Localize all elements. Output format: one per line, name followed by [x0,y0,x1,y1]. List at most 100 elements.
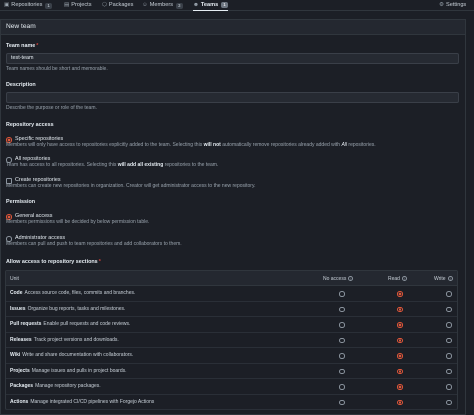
unit-desc: Enable pull requests and code reviews. [43,321,131,327]
unit-column-header: Unit [10,276,19,282]
header-text: Write [434,276,446,282]
none-radio[interactable] [339,291,345,297]
repo-access-label: Repository access [6,122,54,128]
unit-name: Packages [10,383,34,389]
write-radio[interactable] [446,368,452,374]
general-access-help: Members permissions will be decided by b… [6,219,150,225]
team-name-input[interactable]: test-team [6,53,459,64]
table-row: Packages Manage repository packages. [6,379,457,395]
none-radio[interactable] [339,368,345,374]
tab-teams[interactable]: ☻ Teams 1 [193,0,228,11]
read-radio[interactable] [397,291,403,297]
tab-packages[interactable]: ⬡ Packages [102,0,133,11]
unit-desc: Manage repository packages. [35,383,101,389]
permission-label: Permission [6,199,36,205]
table-header: Unit No access i Read i Write i [6,271,457,286]
header-text: No access [323,276,347,282]
unit-desc: Access source code, files, commits and b… [24,290,136,296]
read-radio[interactable] [397,306,403,312]
page-title: New team [0,19,466,34]
people-icon: ☻ [193,1,199,8]
write-radio[interactable] [446,399,452,405]
unit-description: Wiki Write and share documentation with c… [10,352,133,358]
unit-name: Pull requests [10,321,42,327]
create-repos-help: Members can create new repositories in o… [6,183,256,189]
team-name-label-text: Team name [6,43,36,49]
unit-name: Code [10,290,23,296]
write-column-header: Write i [434,276,453,282]
unit-description: Projects Manage issues and pulls in proje… [10,368,127,374]
unit-description: Releases Track project versions and downl… [10,337,119,343]
unit-name: Releases [10,336,32,343]
help-text: repositories. [347,142,376,148]
unit-description: Issues Organize bug reports, tasks and mi… [10,306,125,312]
tab-label: Repositories [11,2,43,8]
unit-name: Issues [10,305,26,312]
units-label-text: Allow access to repository sections [6,259,98,265]
table-row: Issues Organize bug reports, tasks and mi… [6,302,457,317]
read-column-header: Read i [388,276,407,282]
table-row: Pull requests Enable pull requests and co… [6,317,457,333]
description-help: Describe the purpose or role of the team… [6,105,97,111]
unit-desc: Manage integrated CI/CD pipelines with F… [30,398,155,405]
none-radio[interactable] [339,384,345,390]
no-access-column-header: No access i [323,276,354,282]
required-marker: * [98,259,101,265]
unit-name: Projects [10,367,30,374]
all-repos-help: Team has access to all repositories. Sel… [6,162,218,168]
info-icon: i [348,276,354,282]
description-label: Description [6,82,36,88]
admin-access-help: Members can pull and push to team reposi… [6,241,182,247]
required-marker: * [36,43,39,49]
tab-members[interactable]: ☺ Members 3 [142,0,183,11]
help-text: repositories to the team. [163,162,219,168]
read-radio[interactable] [397,353,403,359]
write-radio[interactable] [446,384,452,390]
none-radio[interactable] [339,337,345,343]
tab-count: 1 [221,2,228,8]
none-radio[interactable] [339,353,345,359]
tab-label: Projects [71,2,92,8]
description-input[interactable] [6,92,459,103]
table-row: Releases Track project versions and downl… [6,333,457,348]
read-radio[interactable] [397,368,403,374]
write-radio[interactable] [446,322,452,328]
unit-description: Actions Manage integrated CI/CD pipelines… [10,399,154,405]
tab-count: 1 [45,2,52,9]
tab-repositories[interactable]: ▣ Repositories 1 [4,0,52,11]
none-radio[interactable] [339,399,345,405]
unit-description: Packages Manage repository packages. [10,383,101,389]
help-bold: will add all existing [117,162,164,168]
team-name-help: Team names should be short and memorable… [6,66,108,72]
read-radio[interactable] [397,322,403,328]
info-icon: i [447,276,453,282]
tab-projects[interactable]: ▤ Projects [64,0,92,11]
tab-settings[interactable]: ⚙ Settings [439,0,466,11]
write-radio[interactable] [446,337,452,343]
unit-desc: Organize bug reports, tasks and mileston… [27,305,126,312]
help-text: Members will only have access to reposit… [6,142,204,148]
unit-name: Actions [10,398,29,405]
write-radio[interactable] [446,353,452,359]
tab-label: Packages [108,2,134,8]
unit-desc: Write and share documentation with colla… [22,352,134,358]
help-text: Team has access to all repositories. Sel… [6,162,118,168]
table-row: Actions Manage integrated CI/CD pipelines… [6,395,457,410]
write-radio[interactable] [446,291,452,297]
tab-label: Teams [200,1,219,8]
read-radio[interactable] [397,399,403,405]
specific-repos-help: Members will only have access to reposit… [6,142,376,148]
unit-description: Pull requests Enable pull requests and co… [10,321,130,327]
write-radio[interactable] [446,306,452,312]
read-radio[interactable] [397,337,403,343]
none-radio[interactable] [339,306,345,312]
unit-desc: Track project versions and downloads. [33,336,119,343]
none-radio[interactable] [339,322,345,328]
org-tab-bar: ▣ Repositories 1 ▤ Projects ⬡ Packages ☺… [0,0,474,11]
table-row: Projects Manage issues and pulls in proje… [6,364,457,379]
tab-count: 3 [176,2,183,9]
table-row: Code Access source code, files, commits a… [6,286,457,302]
header-text: Read [388,276,400,282]
read-radio[interactable] [397,384,403,390]
help-text: automatically remove repositories alread… [220,142,342,148]
